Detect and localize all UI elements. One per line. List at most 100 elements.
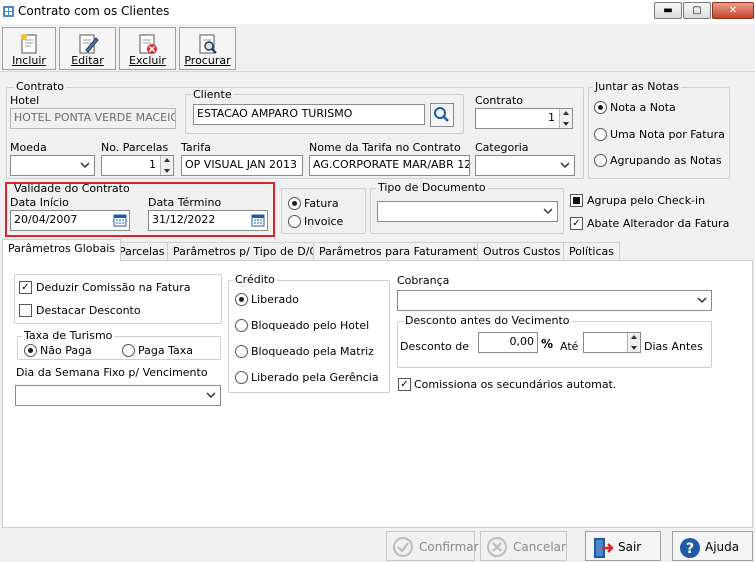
categoria-select[interactable] <box>475 155 575 176</box>
nota-a-nota-radio[interactable] <box>594 101 607 114</box>
nao-paga-radio[interactable] <box>24 344 37 357</box>
cancel-x-icon <box>487 537 507 557</box>
bloqueado-matriz-radio[interactable] <box>235 345 248 358</box>
incluir-button[interactable]: Incluir <box>2 27 56 70</box>
deduzir-comissao-label: Deduzir Comissão na Fatura <box>36 281 191 294</box>
editar-label: Editar <box>71 54 104 67</box>
checkmark-icon: ✓ <box>21 282 30 293</box>
contrato-group-title: Contrato <box>14 80 67 93</box>
data-termino-label: Data Término <box>148 196 222 209</box>
liberado-gerencia-radio[interactable] <box>235 371 248 384</box>
liberado-radio[interactable] <box>235 293 248 306</box>
editar-button[interactable]: Editar <box>59 27 116 70</box>
categoria-label: Categoria <box>475 141 529 154</box>
data-termino-field[interactable]: 31/12/2022 <box>148 210 268 231</box>
cobranca-label: Cobrança <box>397 274 450 287</box>
confirm-check-icon <box>393 537 413 557</box>
maximize-button[interactable]: ▢ <box>683 2 711 19</box>
abate-alterador-label: Abate Alterador da Fatura <box>587 217 730 230</box>
calendar-icon[interactable] <box>251 213 265 227</box>
agrupa-checkin-label: Agrupa pelo Check-in <box>587 194 706 207</box>
tarifa-field[interactable]: OP VISUAL JAN 2013 <box>181 155 303 176</box>
cobranca-select[interactable] <box>397 290 712 311</box>
cliente-group-title: Cliente <box>191 88 234 101</box>
contrato-spin-icon[interactable] <box>559 109 572 128</box>
deduzir-comissao-checkbox[interactable]: ✓ <box>19 281 32 294</box>
svg-text:?: ? <box>686 541 694 557</box>
exit-door-icon <box>594 538 614 558</box>
chevron-down-icon <box>560 162 570 169</box>
data-inicio-value: 20/04/2007 <box>14 213 78 226</box>
chevron-down-icon <box>697 297 707 304</box>
taxa-turismo-title: Taxa de Turismo <box>22 329 115 342</box>
moeda-select[interactable] <box>10 155 95 176</box>
tab-outros-custos[interactable]: Outros Custos <box>477 242 567 260</box>
window-title: Contrato com os Clientes <box>18 4 170 18</box>
data-termino-value: 31/12/2022 <box>152 213 216 226</box>
invoice-radio[interactable] <box>288 215 301 228</box>
search-icon <box>434 107 449 122</box>
juntar-notas-title: Juntar as Notas <box>593 80 681 93</box>
agrupando-radio[interactable] <box>594 154 607 167</box>
minimize-icon: ▬ <box>663 5 673 16</box>
chevron-down-icon <box>80 162 90 169</box>
tab-parcelas[interactable]: Parcelas <box>113 242 171 260</box>
cliente-search-button[interactable] <box>430 103 454 127</box>
contrato-number-field[interactable]: 1 <box>475 108 573 129</box>
checkmark-icon: ✓ <box>400 379 409 390</box>
close-button[interactable]: ✕ <box>712 2 754 19</box>
paga-taxa-label: Paga Taxa <box>138 344 193 357</box>
paga-taxa-radio[interactable] <box>122 344 135 357</box>
dias-antes-label: Dias Antes <box>644 340 703 353</box>
fatura-radio[interactable] <box>288 197 301 210</box>
minimize-button[interactable]: ▬ <box>654 2 682 19</box>
credito-title: Crédito <box>233 273 277 286</box>
hotel-label: Hotel <box>10 94 40 107</box>
hotel-field[interactable]: HOTEL PONTA VERDE MACEIÓ <box>10 108 176 129</box>
parcelas-spin-icon[interactable] <box>160 156 173 175</box>
excluir-button[interactable]: Excluir <box>119 27 176 70</box>
desconto-value-field[interactable]: 0,00 <box>478 332 538 353</box>
fatura-label: Fatura <box>304 197 339 210</box>
search-document-icon <box>199 34 217 54</box>
contrato-number-value: 1 <box>548 111 555 124</box>
destacar-desconto-checkbox[interactable] <box>19 304 32 317</box>
edit-document-icon <box>79 34 99 54</box>
bloqueado-hotel-radio[interactable] <box>235 319 248 332</box>
parcelas-value: 1 <box>149 158 156 171</box>
confirmar-button[interactable]: Confirmar <box>386 531 479 561</box>
data-inicio-label: Data Início <box>10 196 69 209</box>
calendar-icon[interactable] <box>113 213 127 227</box>
cancelar-label: Cancelar <box>513 540 566 554</box>
comissiona-checkbox[interactable]: ✓ <box>398 378 411 391</box>
tipo-documento-select[interactable] <box>377 201 558 222</box>
abate-alterador-checkbox[interactable]: ✓ <box>570 217 583 230</box>
app-icon <box>3 6 14 17</box>
ajuda-button[interactable]: ? Ajuda <box>672 531 753 561</box>
ate-stepper[interactable] <box>583 332 641 353</box>
uma-nota-radio[interactable] <box>594 128 607 141</box>
tab-parametros-globais[interactable]: Parâmetros Globais <box>2 239 121 261</box>
data-inicio-field[interactable]: 20/04/2007 <box>10 210 130 231</box>
dia-semana-select[interactable] <box>15 385 221 406</box>
tab-politicas[interactable]: Políticas <box>563 242 620 260</box>
desconto-de-label: Desconto de <box>400 340 470 353</box>
cliente-field[interactable]: ESTACAO AMPARO TURISMO <box>193 104 425 125</box>
agrupa-checkin-checkbox[interactable] <box>570 194 583 207</box>
nome-tarifa-field[interactable]: AG.CORPORATE MAR/ABR 12% <box>309 155 470 176</box>
tipo-documento-title: Tipo de Documento <box>376 181 488 194</box>
sair-label: Sair <box>618 540 642 554</box>
sair-button[interactable]: Sair <box>585 531 661 561</box>
agrupando-label: Agrupando as Notas <box>610 154 722 167</box>
procurar-button[interactable]: Procurar <box>179 27 236 70</box>
incluir-label: Incluir <box>12 54 46 67</box>
destacar-desconto-label: Destacar Desconto <box>36 304 141 317</box>
parcelas-label: No. Parcelas <box>101 141 169 154</box>
tab-parametros-tipo-dc[interactable]: Parâmetros p/ Tipo de D/C <box>167 242 324 260</box>
ate-spin-icon[interactable] <box>627 333 640 352</box>
cancelar-button[interactable]: Cancelar <box>480 531 567 561</box>
close-icon: ✕ <box>728 5 738 16</box>
parcelas-stepper[interactable]: 1 <box>101 155 174 176</box>
tab-parametros-faturamento[interactable]: Parâmetros para Faturamento <box>313 242 490 260</box>
help-icon: ? <box>680 538 700 558</box>
